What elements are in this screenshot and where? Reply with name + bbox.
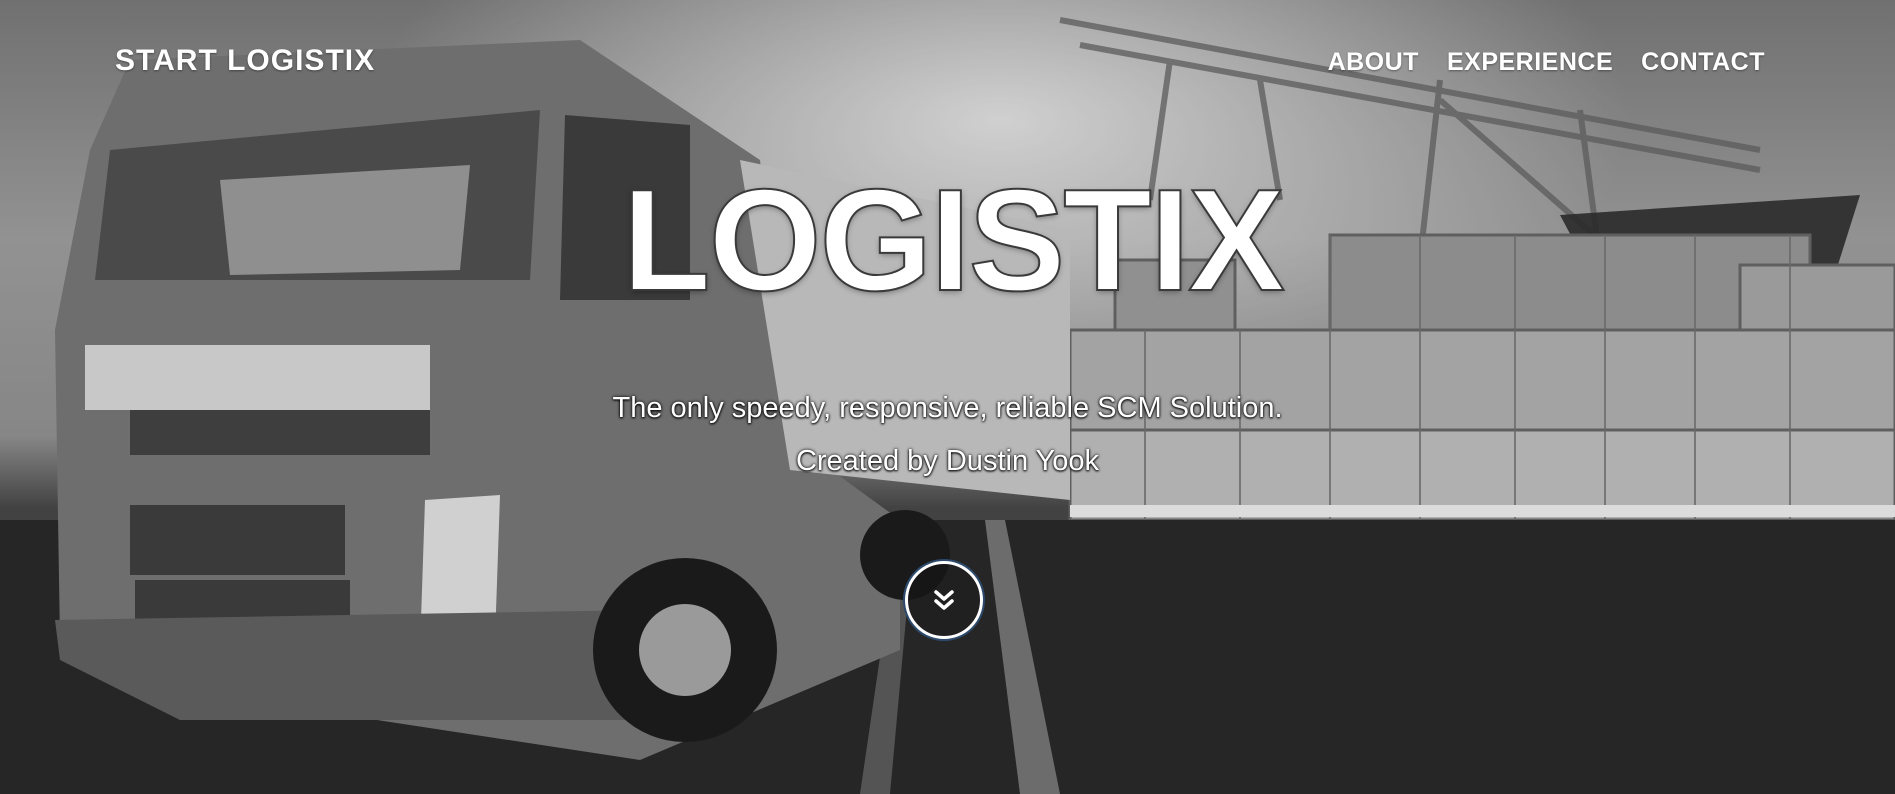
hero-section: START LOGISTIX ABOUT EXPERIENCE CONTACT …: [0, 0, 1895, 794]
hero-title: LOGISTIX: [621, 159, 1286, 321]
brand-logo-link[interactable]: START LOGISTIX: [115, 44, 375, 78]
main-navigation: ABOUT EXPERIENCE CONTACT: [1328, 48, 1765, 77]
nav-link-about[interactable]: ABOUT: [1328, 48, 1419, 77]
scroll-down-button[interactable]: [905, 561, 983, 639]
hero-tagline: The only speedy, responsive, reliable SC…: [612, 392, 1283, 424]
hero-credit: Created by Dustin Yook: [795, 445, 1100, 477]
nav-link-experience[interactable]: EXPERIENCE: [1447, 48, 1613, 77]
double-chevron-down-icon: [934, 590, 954, 610]
nav-link-contact[interactable]: CONTACT: [1641, 48, 1765, 77]
